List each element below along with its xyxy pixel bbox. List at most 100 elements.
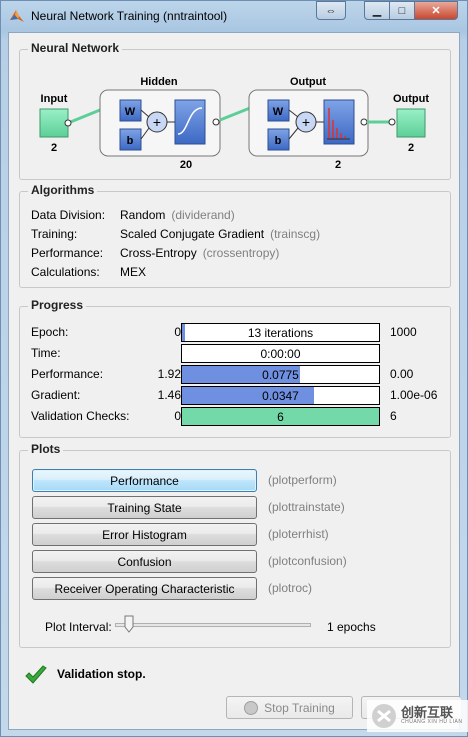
progress-label: Validation Checks: xyxy=(31,409,130,423)
input-label: Input xyxy=(41,93,68,105)
plot-function-name: (plottrainstate) xyxy=(268,500,345,514)
stop-icon xyxy=(244,700,259,715)
close-button[interactable]: ✕ xyxy=(414,1,458,20)
output-layer-label: Output xyxy=(290,76,326,88)
connector-dot xyxy=(360,118,368,126)
progress-end-value: 6 xyxy=(390,409,397,423)
progress-row: Performance: 1.92 0.0775 0.00 xyxy=(20,365,452,384)
hidden-label: Hidden xyxy=(140,76,178,88)
plots-panel: Plots Performance (plotperform) Training S… xyxy=(19,442,451,648)
maximize-button[interactable]: □ xyxy=(389,1,415,20)
checkmark-icon xyxy=(25,665,47,684)
plot-function-name: (plotperform) xyxy=(268,473,337,487)
output-weight-symbol: W xyxy=(273,106,284,118)
input-size: 2 xyxy=(51,142,57,154)
progress-bar: 0.0347 xyxy=(181,386,380,405)
status-message: Validation stop. xyxy=(57,667,146,681)
algorithm-value: Scaled Conjugate Gradient (trainscg) xyxy=(120,227,320,241)
progress-row: Epoch: 0 13 iterations 1000 xyxy=(20,323,452,342)
progress-bar-text: 6 xyxy=(277,410,284,424)
algorithms-title: Algorithms xyxy=(28,183,98,197)
plot-receiver-operating-characteristic-button[interactable]: Receiver Operating Characteristic xyxy=(32,577,257,600)
algorithm-function: (trainscg) xyxy=(270,227,321,241)
watermark-logo-icon xyxy=(372,704,396,728)
progress-bar-text: 0.0347 xyxy=(262,389,299,403)
plot-function-name: (plotconfusion) xyxy=(268,554,347,568)
client-area: Neural Network Input 2 Hidden W b + 20 O… xyxy=(8,32,461,730)
progress-bar-text: 0.0775 xyxy=(262,368,299,382)
title-bar[interactable]: Neural Network Training (nntraintool) ⇔ … xyxy=(1,1,467,31)
algorithm-value-text: MEX xyxy=(120,265,147,279)
progress-end-value: 1000 xyxy=(390,325,417,339)
plot-interval-slider[interactable] xyxy=(115,623,311,627)
connector-dot xyxy=(212,118,220,126)
algorithm-function: (dividerand) xyxy=(171,208,235,222)
algorithm-value-text: Scaled Conjugate Gradient xyxy=(120,227,265,241)
matlab-logo-icon xyxy=(10,10,24,22)
progress-bar-text: 13 iterations xyxy=(247,326,314,340)
progress-panel: Progress Epoch: 0 13 iterations 1000 Time: 0:… xyxy=(19,298,452,438)
connector-dot xyxy=(388,118,396,126)
algorithm-value: Cross-Entropy (crossentropy) xyxy=(120,246,279,260)
hidden-size: 20 xyxy=(180,159,192,171)
progress-end-value: 0.00 xyxy=(390,367,414,381)
algorithm-label: Training: xyxy=(31,227,78,241)
app-window: Neural Network Training (nntraintool) ⇔ … xyxy=(0,0,468,737)
progress-label: Gradient: xyxy=(31,388,81,402)
progress-start-value: 0 xyxy=(174,409,181,423)
progress-label: Performance: xyxy=(31,367,104,381)
input-node xyxy=(39,108,69,138)
output-bias-symbol: b xyxy=(275,135,282,147)
output-sum-symbol: + xyxy=(302,114,310,130)
slider-thumb[interactable] xyxy=(124,615,134,633)
algorithm-value: MEX xyxy=(120,265,152,279)
progress-start-value: 0 xyxy=(174,325,181,339)
sigmoid-transfer-block xyxy=(174,99,206,145)
algorithm-label: Data Division: xyxy=(31,208,106,222)
hidden-sum-symbol: + xyxy=(153,114,161,130)
algorithm-value-text: Cross-Entropy xyxy=(120,246,197,260)
hidden-weight-symbol: W xyxy=(125,106,136,118)
progress-bar: 0.0775 xyxy=(181,365,380,384)
algorithm-function: (crossentropy) xyxy=(202,246,280,260)
progress-bar-text: 0:00:00 xyxy=(260,347,301,361)
algorithm-label: Performance: xyxy=(31,246,104,260)
progress-title: Progress xyxy=(28,298,87,312)
output-layer-size: 2 xyxy=(335,159,341,171)
output-node xyxy=(396,108,426,138)
minimize-button[interactable]: ▁ xyxy=(364,1,390,20)
plot-confusion-button[interactable]: Confusion xyxy=(32,550,257,573)
watermark-subtext: CHUANG XIN HU LIAN xyxy=(401,719,463,725)
stop-training-button[interactable]: Stop Training xyxy=(226,696,353,719)
watermark: 创新互联 CHUANG XIN HU LIAN xyxy=(367,700,468,732)
stop-training-label: Stop Training xyxy=(264,700,335,715)
plots-title: Plots xyxy=(28,442,64,456)
algorithm-value: Random (dividerand) xyxy=(120,208,235,222)
plot-performance-button[interactable]: Performance xyxy=(32,469,257,492)
progress-row: Gradient: 1.46 0.0347 1.00e-06 xyxy=(20,386,452,405)
hidden-bias-symbol: b xyxy=(127,135,134,147)
connector-line xyxy=(219,106,251,122)
progress-end-value: 1.00e-06 xyxy=(390,388,438,402)
progress-start-value: 1.46 xyxy=(157,388,181,402)
algorithm-label: Calculations: xyxy=(31,265,100,279)
connector-dot xyxy=(64,119,72,127)
plot-training-state-button[interactable]: Training State xyxy=(32,496,257,519)
algorithms-panel: Algorithms Data Division: Random (dividera… xyxy=(19,183,451,288)
plot-interval-label: Plot Interval: xyxy=(45,620,112,634)
output-size: 2 xyxy=(408,142,414,154)
progress-row: Validation Checks: 0 6 6 xyxy=(20,407,452,426)
neural-network-panel: Neural Network Input 2 Hidden W b + 20 O… xyxy=(19,41,451,180)
output-label: Output xyxy=(393,93,429,105)
algorithm-value-text: Random xyxy=(120,208,166,222)
plot-function-name: (ploterrhist) xyxy=(268,527,329,541)
connector-line xyxy=(67,108,101,125)
progress-label: Time: xyxy=(31,346,61,360)
progress-bar: 13 iterations xyxy=(181,323,380,342)
restore-button[interactable]: ⇔ xyxy=(316,1,346,20)
plot-interval-value: 1 epochs xyxy=(327,620,376,634)
network-diagram: Input 2 Hidden W b + 20 Output W b + 2 O… xyxy=(39,76,429,171)
plot-error-histogram-button[interactable]: Error Histogram xyxy=(32,523,257,546)
watermark-text: 创新互联 xyxy=(401,705,454,720)
progress-row: Time: 0:00:00 xyxy=(20,344,452,363)
